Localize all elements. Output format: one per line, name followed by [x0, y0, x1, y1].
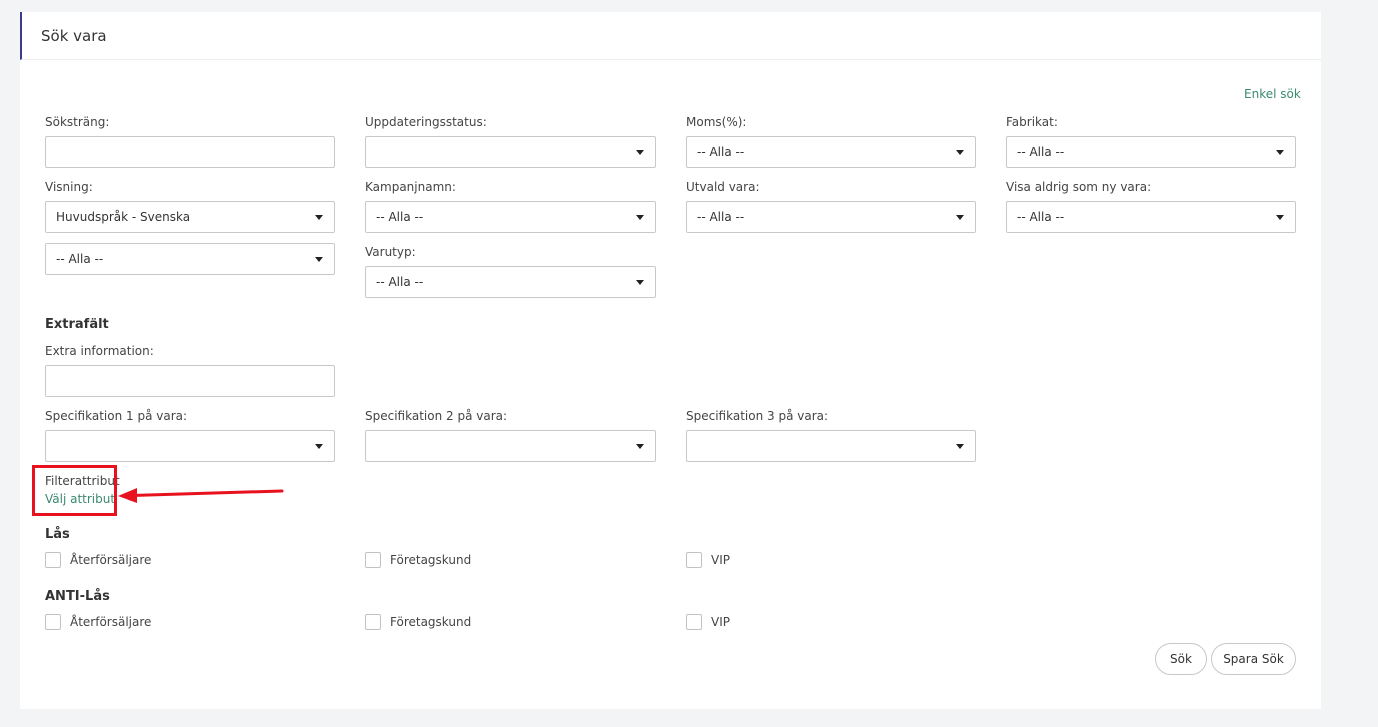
- annotation-arrow-icon: [118, 488, 284, 503]
